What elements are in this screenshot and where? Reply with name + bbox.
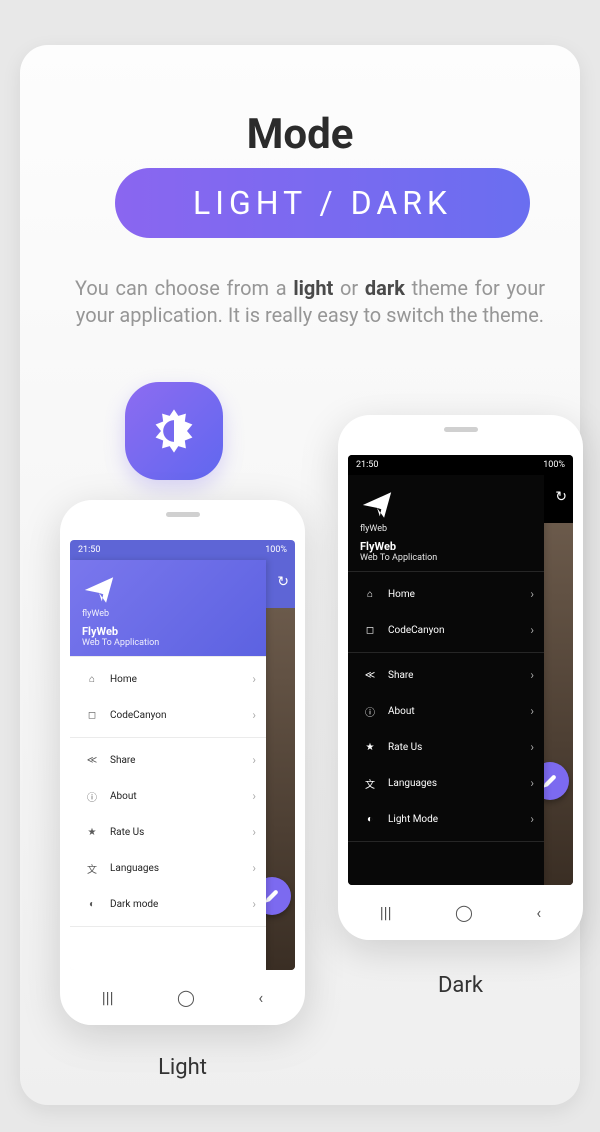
drawer-header: flyWeb FlyWeb Web To Application <box>348 475 544 571</box>
phone-notch <box>444 427 478 432</box>
logo-text: flyWeb <box>82 609 254 619</box>
android-navbar: ||| ◯ ‹ <box>348 885 573 940</box>
cc-icon: ◻ <box>358 625 382 636</box>
theme-icon: ◐ <box>80 899 104 910</box>
lang-icon: 文 <box>358 776 382 791</box>
chevron-right-icon: › <box>252 672 256 686</box>
app-bar: ↻ <box>544 475 573 523</box>
chevron-right-icon: › <box>252 861 256 875</box>
home-icon: ⌂ <box>358 589 382 600</box>
menu-group-1: ⌂ Home › ◻ CodeCanyon › <box>348 571 544 652</box>
star-icon: ★ <box>358 742 382 753</box>
nav-drawer: flyWeb FlyWeb Web To Application ⌂ Home … <box>70 560 266 970</box>
chevron-right-icon: › <box>252 897 256 911</box>
status-bar: 21:50 100% <box>70 540 295 560</box>
chevron-right-icon: › <box>252 708 256 722</box>
app-bar: ↻ <box>266 560 295 608</box>
menu-codecanyon[interactable]: ◻ CodeCanyon › <box>70 697 266 733</box>
status-battery: 100% <box>265 545 287 555</box>
photo-bg <box>544 523 573 885</box>
menu-languages[interactable]: 文 Languages › <box>70 850 266 886</box>
theme-badge-icon <box>125 382 223 480</box>
phone-notch <box>166 512 200 517</box>
phone-dark: 21:50 100% ↻ flyWeb FlyWeb Web To Applic… <box>338 415 583 940</box>
menu-theme-toggle[interactable]: ◐ Dark mode › <box>70 886 266 922</box>
home-nav-icon[interactable]: ◯ <box>455 903 473 922</box>
menu-share[interactable]: ≪ Share › <box>348 657 544 693</box>
app-name: FlyWeb <box>360 540 532 553</box>
content-behind: ↻ <box>266 560 295 970</box>
phone-screen-light: 21:50 100% ↻ flyWeb FlyWeb Web To Applic… <box>70 540 295 970</box>
back-nav-icon[interactable]: ‹ <box>536 903 541 922</box>
chevron-right-icon: › <box>252 825 256 839</box>
menu-home[interactable]: ⌂ Home › <box>70 661 266 697</box>
menu-group-1: ⌂ Home › ◻ CodeCanyon › <box>70 656 266 737</box>
menu-codecanyon[interactable]: ◻ CodeCanyon › <box>348 612 544 648</box>
menu-group-3 <box>70 926 266 952</box>
chevron-right-icon: › <box>530 668 534 682</box>
content-behind: ↻ <box>544 475 573 885</box>
title: Mode <box>20 110 580 159</box>
info-icon: ⓘ <box>358 704 382 719</box>
menu-about[interactable]: ⓘ About › <box>348 693 544 729</box>
menu-languages[interactable]: 文 Languages › <box>348 765 544 801</box>
app-subtitle: Web To Application <box>82 638 254 648</box>
menu-rate[interactable]: ★ Rate Us › <box>348 729 544 765</box>
chevron-right-icon: › <box>530 587 534 601</box>
refresh-icon[interactable]: ↻ <box>277 574 289 590</box>
recent-apps-icon[interactable]: ||| <box>102 988 114 1007</box>
chevron-right-icon: › <box>530 704 534 718</box>
menu-rate[interactable]: ★ Rate Us › <box>70 814 266 850</box>
feature-card: Mode LIGHT / DARK You can choose from a … <box>20 45 580 1105</box>
description: You can choose from a light or dark them… <box>75 275 545 329</box>
refresh-icon[interactable]: ↻ <box>555 489 567 505</box>
drawer-header: flyWeb FlyWeb Web To Application <box>70 560 266 656</box>
nav-drawer: flyWeb FlyWeb Web To Application ⌂ Home … <box>348 475 544 885</box>
logo-text: flyWeb <box>360 524 532 534</box>
menu-theme-toggle[interactable]: ◐ Light Mode › <box>348 801 544 837</box>
chevron-right-icon: › <box>252 753 256 767</box>
theme-icon: ◐ <box>358 814 382 825</box>
menu-group-3 <box>348 841 544 867</box>
chevron-right-icon: › <box>252 789 256 803</box>
chevron-right-icon: › <box>530 740 534 754</box>
chevron-right-icon: › <box>530 812 534 826</box>
menu-share[interactable]: ≪ Share › <box>70 742 266 778</box>
status-time: 21:50 <box>78 545 100 555</box>
status-battery: 100% <box>543 460 565 470</box>
lang-icon: 文 <box>80 861 104 876</box>
caption-dark: Dark <box>338 973 583 998</box>
home-icon: ⌂ <box>80 674 104 685</box>
chevron-right-icon: › <box>530 623 534 637</box>
chevron-right-icon: › <box>530 776 534 790</box>
app-name: FlyWeb <box>82 625 254 638</box>
status-time: 21:50 <box>356 460 378 470</box>
menu-about[interactable]: ⓘ About › <box>70 778 266 814</box>
star-icon: ★ <box>80 827 104 838</box>
android-navbar: ||| ◯ ‹ <box>70 970 295 1025</box>
menu-group-2: ≪ Share › ⓘ About › ★ Rate Us › <box>348 652 544 841</box>
recent-apps-icon[interactable]: ||| <box>380 903 392 922</box>
cc-icon: ◻ <box>80 710 104 721</box>
phone-screen-dark: 21:50 100% ↻ flyWeb FlyWeb Web To Applic… <box>348 455 573 885</box>
back-nav-icon[interactable]: ‹ <box>258 988 263 1007</box>
caption-light: Light <box>60 1055 305 1080</box>
logo-icon <box>82 573 116 607</box>
menu-home[interactable]: ⌂ Home › <box>348 576 544 612</box>
info-icon: ⓘ <box>80 789 104 804</box>
menu-group-2: ≪ Share › ⓘ About › ★ Rate Us › <box>70 737 266 926</box>
status-bar: 21:50 100% <box>348 455 573 475</box>
share-icon: ≪ <box>358 670 382 681</box>
home-nav-icon[interactable]: ◯ <box>177 988 195 1007</box>
light-dark-pill: LIGHT / DARK <box>115 168 530 238</box>
app-subtitle: Web To Application <box>360 553 532 563</box>
phone-light: 21:50 100% ↻ flyWeb FlyWeb Web To Applic… <box>60 500 305 1025</box>
photo-bg <box>266 608 295 970</box>
share-icon: ≪ <box>80 755 104 766</box>
logo-icon <box>360 488 394 522</box>
